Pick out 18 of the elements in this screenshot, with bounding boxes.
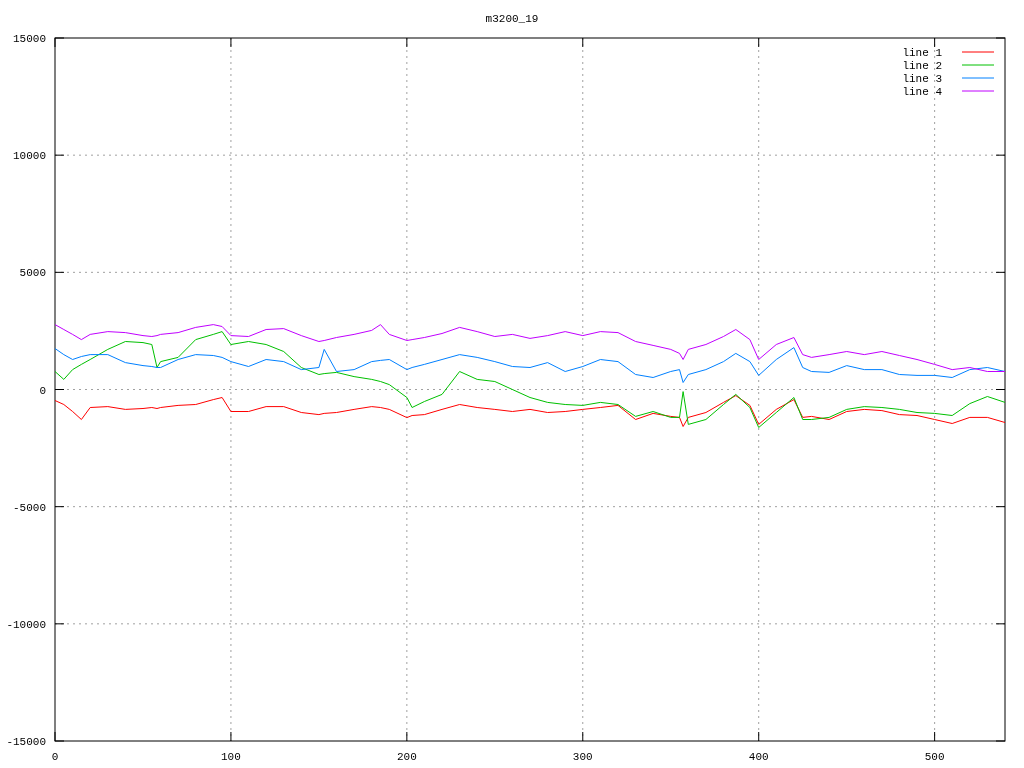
legend-label: line 2 [902, 60, 942, 72]
x-tick-label: 200 [396, 751, 417, 763]
x-tick-label: 300 [572, 751, 593, 763]
y-tick-label: 15000 [13, 33, 46, 45]
x-tick-label: 0 [51, 751, 59, 763]
x-tick-label: 400 [748, 751, 769, 763]
chart-title: m3200_19 [485, 13, 539, 25]
y-tick-label: -5000 [13, 501, 46, 514]
legend-label: line 1 [902, 47, 942, 59]
y-tick-label: -15000 [6, 736, 46, 748]
x-tick-label: 500 [924, 751, 945, 763]
y-tick-label: 5000 [19, 267, 46, 280]
x-tick-label: 100 [221, 751, 241, 763]
legend-label: line 3 [902, 73, 942, 85]
legend-label: line 4 [902, 86, 942, 98]
y-tick-label: 0 [39, 384, 46, 397]
y-tick-label: -10000 [6, 618, 46, 631]
y-tick-label: 10000 [13, 150, 46, 163]
